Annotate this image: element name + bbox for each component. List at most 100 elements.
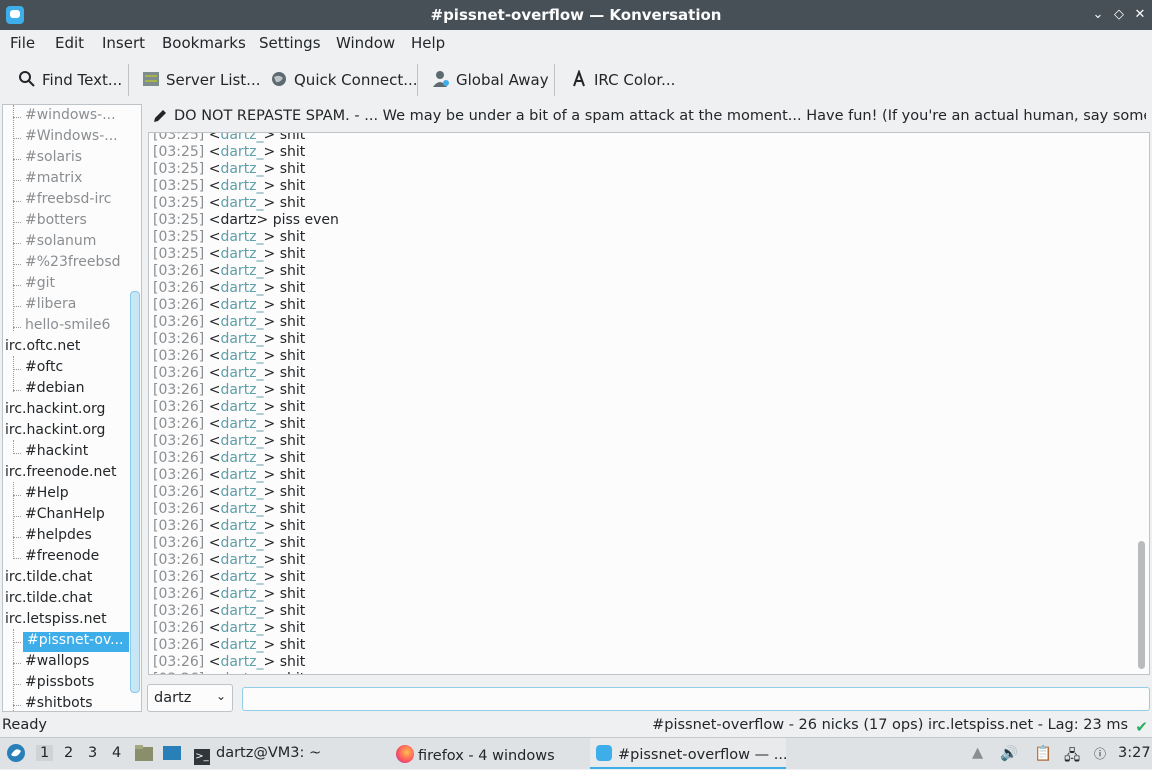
start-menu-icon[interactable] — [6, 743, 26, 763]
message-nick[interactable]: dartz_ — [220, 399, 263, 415]
sidebar-server-item[interactable]: irc.hackint.org — [5, 401, 105, 421]
clipboard-icon[interactable]: 📋 — [1034, 745, 1052, 762]
sidebar-channel-item[interactable]: #Help — [25, 485, 69, 505]
irc-color-button[interactable]: IRC Color... — [570, 70, 675, 89]
sidebar-channel-item[interactable]: #ChanHelp — [25, 506, 105, 526]
message-nick[interactable]: dartz_ — [220, 518, 263, 534]
quick-connect-button[interactable]: Quick Connect... — [270, 70, 418, 89]
global-away-button[interactable]: Global Away — [432, 70, 549, 89]
task-firefox[interactable]: firefox - 4 windows — [396, 745, 555, 764]
message-nick[interactable]: dartz — [220, 212, 256, 228]
sidebar-channel-item[interactable]: #freebsd-irc — [25, 191, 112, 211]
message-nick[interactable]: dartz_ — [220, 484, 263, 500]
sidebar-channel-item[interactable]: #botters — [25, 212, 87, 232]
message-nick[interactable]: dartz_ — [220, 297, 263, 313]
arrow-up-icon[interactable]: ▲ — [972, 745, 983, 761]
message-nick[interactable]: dartz_ — [220, 586, 263, 602]
server-list-button[interactable]: Server List... — [142, 70, 260, 89]
sidebar-channel-item[interactable]: #Windows-... — [25, 128, 118, 148]
chat-view[interactable]: [03:25] <dartz_> shit [03:25] <dartz_> sh… — [148, 132, 1150, 675]
show-desktop-icon[interactable] — [162, 744, 182, 762]
sidebar-server-item[interactable]: irc.freenode.net — [5, 464, 116, 484]
message-nick[interactable]: dartz_ — [220, 569, 263, 585]
desktop-1[interactable]: 1 — [36, 745, 54, 761]
volume-icon[interactable]: 🔊 — [1000, 745, 1018, 762]
menu-settings[interactable]: Settings — [259, 34, 321, 52]
message-nick[interactable]: dartz_ — [220, 501, 263, 517]
message-nick[interactable]: dartz_ — [220, 382, 263, 398]
close-button[interactable]: ✕ — [1132, 7, 1148, 22]
message-nick[interactable]: dartz_ — [220, 178, 263, 194]
message-nick[interactable]: dartz_ — [220, 535, 263, 551]
message-nick[interactable]: dartz_ — [220, 263, 263, 279]
sidebar-channel-item[interactable]: #debian — [25, 380, 84, 400]
nick-selector[interactable]: dartz ⌄ — [147, 684, 233, 712]
sidebar-channel-item[interactable]: #solaris — [25, 149, 82, 169]
file-manager-icon[interactable] — [134, 744, 154, 762]
sidebar-channel-item[interactable]: #freenode — [25, 548, 99, 568]
sidebar-channel-item[interactable]: hello-smile6 — [25, 317, 110, 337]
task-terminal[interactable]: >_ dartz@VM3: ~ — [194, 745, 321, 765]
message-nick[interactable]: dartz_ — [220, 467, 263, 483]
sidebar-channel-item[interactable]: #hackint — [25, 443, 88, 463]
network-icon[interactable]: 🖧 — [1064, 745, 1080, 770]
sidebar-channel-item[interactable]: #libera — [25, 296, 76, 316]
desktop-2[interactable]: 2 — [64, 745, 73, 761]
notifications-icon[interactable]: ⓘ — [1094, 745, 1106, 762]
message-nick[interactable]: dartz_ — [220, 552, 263, 568]
sidebar-server-item[interactable]: irc.letspiss.net — [5, 611, 107, 631]
find-text-button[interactable]: Find Text... — [18, 70, 122, 89]
sidebar-channel-item[interactable]: #wallops — [25, 653, 89, 673]
menu-edit[interactable]: Edit — [55, 34, 84, 52]
message-nick[interactable]: dartz_ — [220, 450, 263, 466]
message-nick[interactable]: dartz_ — [220, 280, 263, 296]
maximize-button[interactable]: ◇ — [1111, 7, 1127, 22]
minimize-button[interactable]: ⌄ — [1090, 7, 1106, 22]
task-konversation[interactable]: #pissnet-overflow — ... — [590, 738, 788, 769]
menu-file[interactable]: File — [10, 34, 35, 52]
message-input[interactable] — [242, 687, 1150, 711]
sidebar-channel-item[interactable]: #oftc — [25, 359, 63, 379]
message-nick[interactable]: dartz_ — [220, 133, 263, 143]
menu-window[interactable]: Window — [336, 34, 395, 52]
chat-scrollbar[interactable] — [1138, 541, 1145, 669]
menu-insert[interactable]: Insert — [102, 34, 145, 52]
message-nick[interactable]: dartz_ — [220, 433, 263, 449]
message-nick[interactable]: dartz_ — [220, 348, 263, 364]
message-nick[interactable]: dartz_ — [220, 637, 263, 653]
desktop-4[interactable]: 4 — [112, 745, 121, 761]
sidebar-server-item[interactable]: irc.tilde.chat — [5, 569, 92, 589]
message-nick[interactable]: dartz_ — [220, 229, 263, 245]
sidebar-server-item[interactable]: irc.hackint.org — [5, 422, 105, 442]
sidebar-channel-item[interactable]: #pissnet-ov... — [23, 632, 129, 652]
clock[interactable]: 3:27 — [1118, 745, 1151, 761]
message-nick[interactable]: dartz_ — [220, 331, 263, 347]
menu-help[interactable]: Help — [411, 34, 445, 52]
message-nick[interactable]: dartz_ — [220, 620, 263, 636]
message-nick[interactable]: dartz_ — [220, 654, 263, 670]
message-nick[interactable]: dartz_ — [220, 416, 263, 432]
message-nick[interactable]: dartz_ — [220, 365, 263, 381]
message-nick[interactable]: dartz_ — [220, 603, 263, 619]
sidebar-channel-item[interactable]: #windows-... — [25, 107, 116, 127]
message-nick[interactable]: dartz_ — [220, 144, 263, 160]
message-nick[interactable]: dartz_ — [220, 314, 263, 330]
sidebar-channel-item[interactable]: #git — [25, 275, 55, 295]
sidebar-channel-item[interactable]: #%23freebsd — [25, 254, 121, 274]
sidebar-channel-item[interactable]: #matrix — [25, 170, 82, 190]
message-nick[interactable]: dartz_ — [220, 246, 263, 262]
pencil-icon[interactable] — [152, 108, 168, 124]
sidebar-channel-item[interactable]: #pissbots — [25, 674, 94, 694]
sidebar-scrollbar[interactable] — [130, 291, 140, 693]
message-nick[interactable]: dartz_ — [220, 161, 263, 177]
sidebar-server-item[interactable]: irc.oftc.net — [5, 338, 80, 358]
channel-tree[interactable]: #windows-... #Windows-... #solaris #matrix #… — [2, 104, 142, 712]
sidebar-channel-item[interactable]: #helpdes — [25, 527, 92, 547]
sidebar-channel-item[interactable]: #solanum — [25, 233, 96, 253]
sidebar-channel-item[interactable]: #shitbots — [25, 695, 93, 711]
message-nick[interactable]: dartz_ — [220, 195, 263, 211]
message-nick[interactable]: dartz_ — [220, 671, 263, 674]
desktop-3[interactable]: 3 — [88, 745, 97, 761]
sidebar-server-item[interactable]: irc.tilde.chat — [5, 590, 92, 610]
menu-bookmarks[interactable]: Bookmarks — [162, 34, 246, 52]
